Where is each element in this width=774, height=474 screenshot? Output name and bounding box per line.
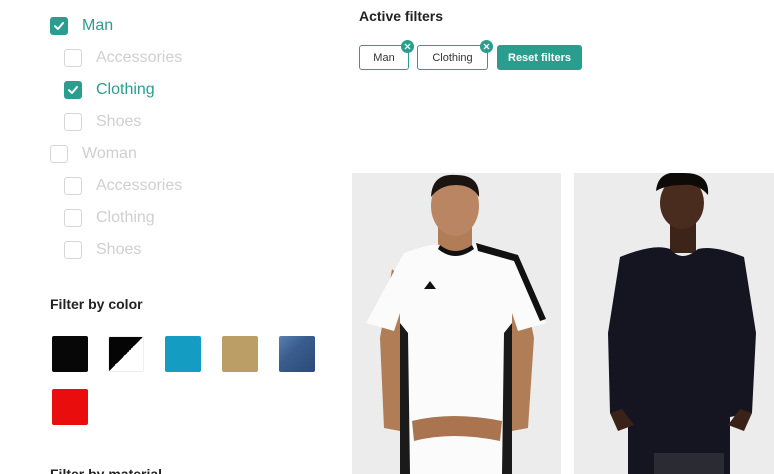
check-icon bbox=[54, 22, 64, 30]
checkbox[interactable] bbox=[64, 113, 82, 131]
category-label: Man bbox=[82, 17, 114, 34]
checkbox-checked[interactable] bbox=[64, 81, 82, 99]
category-label: Shoes bbox=[96, 241, 142, 258]
product-image-sweater[interactable] bbox=[574, 173, 774, 474]
category-label: Accessories bbox=[96, 49, 183, 66]
category-woman[interactable]: Woman bbox=[50, 144, 137, 164]
checkbox[interactable] bbox=[64, 177, 82, 195]
category-label: Clothing bbox=[96, 81, 155, 98]
active-filter-chip-man[interactable]: Man bbox=[359, 40, 414, 70]
color-swatch-black-white[interactable] bbox=[108, 336, 144, 372]
category-woman-clothing[interactable]: Clothing bbox=[64, 208, 155, 228]
category-label: Accessories bbox=[96, 177, 183, 194]
active-filters-title: Active filters bbox=[359, 8, 444, 24]
category-label: Shoes bbox=[96, 113, 142, 130]
check-icon bbox=[68, 86, 78, 94]
remove-filter-icon[interactable] bbox=[401, 40, 414, 53]
category-woman-accessories[interactable]: Accessories bbox=[64, 176, 182, 196]
color-swatch-black[interactable] bbox=[52, 336, 88, 372]
category-man-clothing[interactable]: Clothing bbox=[64, 80, 155, 100]
category-man[interactable]: Man bbox=[50, 16, 113, 36]
product-image-tshirt[interactable] bbox=[352, 173, 561, 474]
color-swatch-denim[interactable] bbox=[279, 336, 315, 372]
tshirt-model-image bbox=[352, 173, 561, 474]
checkbox-checked[interactable] bbox=[50, 17, 68, 35]
color-swatch-red[interactable] bbox=[52, 389, 88, 425]
sweater-model-image bbox=[574, 173, 774, 474]
checkbox[interactable] bbox=[64, 241, 82, 259]
active-filter-chip-clothing[interactable]: Clothing bbox=[417, 40, 493, 70]
checkbox[interactable] bbox=[50, 145, 68, 163]
category-label: Clothing bbox=[96, 209, 155, 226]
category-man-shoes[interactable]: Shoes bbox=[64, 112, 141, 132]
color-swatch-blue[interactable] bbox=[165, 336, 201, 372]
reset-filters-button[interactable]: Reset filters bbox=[497, 45, 582, 70]
remove-filter-icon[interactable] bbox=[480, 40, 493, 53]
filter-material-title: Filter by material bbox=[50, 466, 163, 474]
category-man-accessories[interactable]: Accessories bbox=[64, 48, 182, 68]
color-swatch-gold[interactable] bbox=[222, 336, 258, 372]
category-label: Woman bbox=[82, 145, 137, 162]
checkbox[interactable] bbox=[64, 209, 82, 227]
category-woman-shoes[interactable]: Shoes bbox=[64, 240, 141, 260]
checkbox[interactable] bbox=[64, 49, 82, 67]
filter-color-title: Filter by color bbox=[50, 296, 143, 312]
chip-label: Clothing bbox=[432, 51, 473, 64]
chip-label: Man bbox=[373, 51, 395, 64]
